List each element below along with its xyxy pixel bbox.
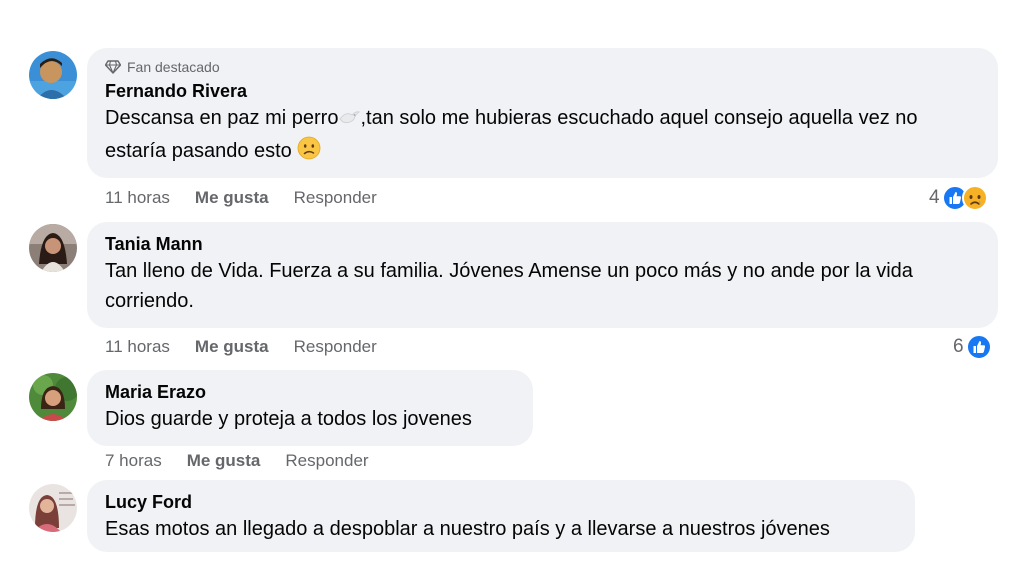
sad-icon xyxy=(961,185,988,211)
avatar[interactable] xyxy=(29,484,77,532)
avatar[interactable] xyxy=(29,51,77,99)
comment-text: Dios guarde y proteja a todos los jovene… xyxy=(105,408,472,430)
comment-bubble: Fan destacado Fernando Rivera Descansa e… xyxy=(87,48,998,178)
top-fan-badge: Fan destacado xyxy=(105,58,980,76)
comment-time[interactable]: 11 horas xyxy=(105,337,170,357)
like-icon xyxy=(965,334,992,360)
reply-button[interactable]: Responder xyxy=(294,337,377,357)
comment-bubble: Maria Erazo Dios guarde y proteja a todo… xyxy=(87,370,533,446)
like-button[interactable]: Me gusta xyxy=(195,337,269,357)
comment-text: Descansa en paz mi perro ,tan solo me hub… xyxy=(105,103,980,169)
comment-actions: 11 horas Me gusta Responder xyxy=(105,187,377,209)
reaction-count: 6 xyxy=(953,336,964,357)
diamond-icon xyxy=(105,60,121,74)
reactions-summary[interactable]: 6 xyxy=(953,334,992,360)
comment-time[interactable]: 7 horas xyxy=(105,451,162,471)
badge-label: Fan destacado xyxy=(127,59,220,75)
comment-time[interactable]: 11 horas xyxy=(105,188,170,208)
avatar[interactable] xyxy=(29,224,77,272)
avatar[interactable] xyxy=(29,373,77,421)
comment-author[interactable]: Fernando Rivera xyxy=(105,79,980,103)
comment-bubble: Lucy Ford Esas motos an llegado a despob… xyxy=(87,480,915,552)
comment-author[interactable]: Maria Erazo xyxy=(105,380,515,404)
comment-text-part: Descansa en paz mi perro xyxy=(105,107,339,129)
reply-button[interactable]: Responder xyxy=(294,188,377,208)
like-button[interactable]: Me gusta xyxy=(195,188,269,208)
comment-bubble: Tania Mann Tan lleno de Vida. Fuerza a s… xyxy=(87,222,998,328)
reaction-count: 4 xyxy=(929,187,940,208)
comments-section: Fan destacado Fernando Rivera Descansa e… xyxy=(0,0,1024,576)
worried-face-emoji-icon xyxy=(297,136,321,169)
like-button[interactable]: Me gusta xyxy=(187,451,261,471)
reply-button[interactable]: Responder xyxy=(285,451,368,471)
comment-actions: 7 horas Me gusta Responder xyxy=(105,450,369,472)
comment-text: Esas motos an llegado a despoblar a nues… xyxy=(105,518,830,540)
comment-author[interactable]: Lucy Ford xyxy=(105,490,897,514)
comment-author[interactable]: Tania Mann xyxy=(105,232,980,256)
comment-text: Tan lleno de Vida. Fuerza a su familia. … xyxy=(105,260,913,312)
dove-emoji-icon xyxy=(338,106,361,136)
comment-actions: 11 horas Me gusta Responder xyxy=(105,336,377,358)
reactions-summary[interactable]: 4 xyxy=(929,185,988,211)
